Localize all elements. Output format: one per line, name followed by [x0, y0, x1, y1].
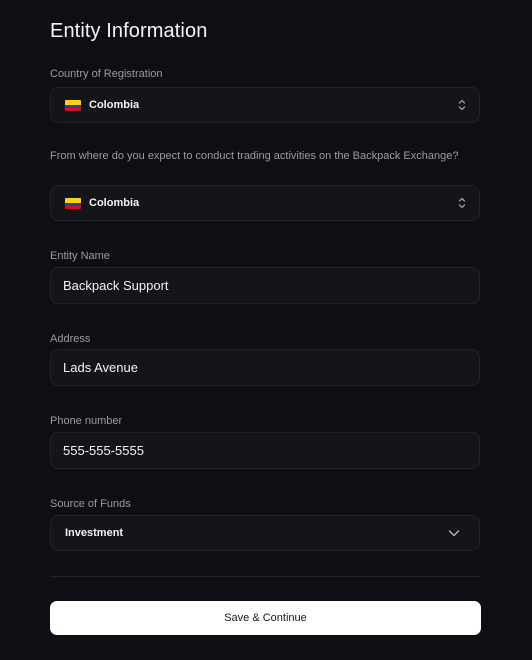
- country-value: Colombia: [89, 99, 140, 111]
- address-value: Lads Avenue: [63, 360, 138, 375]
- phone-value: 555-555-5555: [63, 443, 144, 458]
- trading-country-select[interactable]: Colombia: [50, 185, 480, 221]
- entity-name-label: Entity Name: [50, 250, 110, 262]
- source-of-funds-value: Investment: [65, 527, 124, 539]
- trading-country-value: Colombia: [89, 197, 140, 209]
- entity-name-field[interactable]: Backpack Support: [50, 267, 480, 304]
- save-continue-button[interactable]: Save & Continue: [50, 601, 481, 635]
- page-title: Entity Information: [50, 20, 208, 42]
- updown-chevron-icon: [458, 197, 466, 209]
- phone-label: Phone number: [50, 415, 123, 427]
- updown-chevron-icon: [458, 99, 466, 111]
- chevron-down-icon: [448, 530, 460, 537]
- source-of-funds-label: Source of Funds: [50, 498, 131, 510]
- divider: [50, 576, 480, 577]
- country-select[interactable]: Colombia: [50, 87, 480, 123]
- colombia-flag-icon: [65, 197, 81, 209]
- entity-name-value: Backpack Support: [63, 278, 169, 293]
- address-label: Address: [50, 333, 91, 345]
- trading-country-label: From where do you expect to conduct trad…: [50, 150, 459, 162]
- country-label: Country of Registration: [50, 68, 163, 80]
- colombia-flag-icon: [65, 99, 81, 111]
- address-field[interactable]: Lads Avenue: [50, 349, 480, 386]
- source-of-funds-select[interactable]: Investment: [50, 515, 480, 551]
- phone-field[interactable]: 555-555-5555: [50, 432, 480, 469]
